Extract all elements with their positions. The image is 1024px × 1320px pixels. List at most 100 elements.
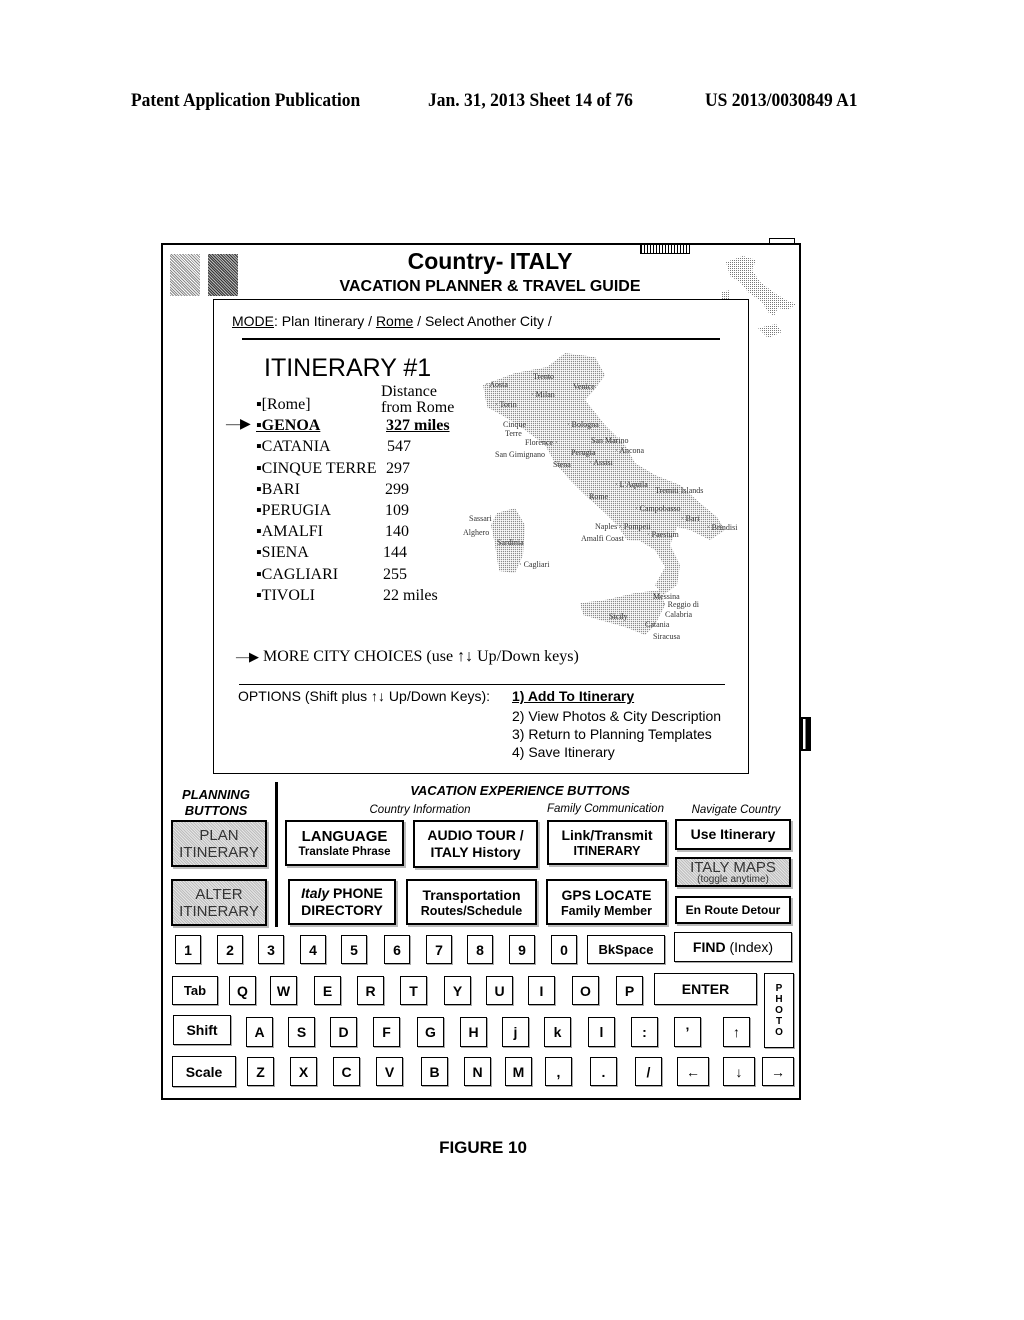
key-U[interactable]: U (486, 976, 513, 1005)
key-G[interactable]: G (417, 1017, 444, 1047)
gps-locate-line2: Family Member (560, 903, 652, 918)
key-X[interactable]: X (290, 1057, 317, 1086)
key-B[interactable]: B (421, 1057, 448, 1086)
city-item-name[interactable]: ▪BARI (256, 481, 300, 499)
key-V[interactable]: V (376, 1057, 403, 1086)
svg-text:· Assisi: · Assisi (589, 458, 614, 467)
city-item-name[interactable]: ▪SIENA (256, 544, 309, 562)
option-view-photos[interactable]: 2) View Photos & City Description (512, 708, 721, 724)
shift-key[interactable]: Shift (173, 1015, 231, 1045)
city-item-name[interactable]: ▪CINQUE TERRE (256, 460, 376, 478)
key-C[interactable]: C (333, 1057, 360, 1086)
svg-text:· Brindisi: · Brindisi (707, 523, 738, 532)
key-I[interactable]: I (528, 976, 555, 1005)
key-colon[interactable]: : (631, 1017, 658, 1047)
key-down-arrow[interactable]: ↓ (723, 1057, 755, 1086)
key-0[interactable]: 0 (551, 935, 577, 964)
key-E[interactable]: E (314, 976, 341, 1005)
key-S[interactable]: S (288, 1017, 315, 1047)
key-O[interactable]: O (572, 976, 599, 1005)
key-period[interactable]: . (590, 1057, 617, 1086)
key-M[interactable]: M (505, 1057, 532, 1086)
key-up-arrow[interactable]: ↑ (723, 1017, 750, 1047)
city-item-distance: 297 (386, 460, 410, 477)
backspace-key[interactable]: BkSpace (587, 935, 665, 964)
link-transmit-line2: ITINERARY (573, 844, 641, 858)
enter-key[interactable]: ENTER (654, 973, 757, 1005)
key-F[interactable]: F (373, 1017, 400, 1047)
key-8[interactable]: 8 (467, 935, 493, 964)
mode-plan-itinerary[interactable]: : Plan Itinerary / (274, 313, 376, 329)
city-item-name[interactable]: ▪TIVOLI (256, 587, 315, 605)
key-slash[interactable]: / (635, 1057, 662, 1086)
photo-key[interactable]: PHOTO (764, 973, 794, 1048)
svg-text:Alghero: Alghero (463, 528, 489, 537)
find-index-button[interactable]: FIND (Index) (674, 932, 792, 962)
link-transmit-itinerary-button[interactable]: Link/Transmit ITINERARY (547, 820, 667, 865)
category-family-communication: Family Communication (547, 803, 664, 815)
mode-breadcrumb: MODE: Plan Itinerary / Rome / Select Ano… (232, 313, 552, 329)
transportation-line1: Transportation (422, 886, 521, 903)
key-Z[interactable]: Z (247, 1057, 274, 1086)
option-return-templates[interactable]: 3) Return to Planning Templates (512, 726, 712, 742)
audio-tour-line2: ITALY History (430, 844, 521, 860)
key-6[interactable]: 6 (384, 935, 410, 964)
key-left-arrow[interactable]: ← (677, 1057, 709, 1086)
plan-itinerary-button[interactable]: PLAN ITINERARY (171, 820, 267, 867)
italy-maps-toggle-button[interactable]: ITALY MAPS (toggle anytime) (675, 857, 791, 887)
key-D[interactable]: D (330, 1017, 357, 1047)
key-2[interactable]: 2 (217, 935, 243, 964)
city-item-name[interactable]: ▪AMALFI (256, 523, 323, 541)
key-P[interactable]: P (616, 976, 643, 1005)
more-city-choices[interactable]: —▶ MORE CITY CHOICES (use ↑↓ Up/Down key… (236, 648, 579, 666)
tab-key[interactable]: Tab (172, 976, 218, 1005)
use-itinerary-button[interactable]: Use Itinerary (675, 819, 791, 850)
svg-text:San Gimignano: San Gimignano (495, 450, 545, 459)
gps-locate-button[interactable]: GPS LOCATE Family Member (546, 879, 667, 925)
mode-select-city[interactable]: / Select Another City / (413, 313, 552, 329)
key-L[interactable]: l (588, 1017, 615, 1047)
key-4[interactable]: 4 (300, 935, 326, 964)
italy-map[interactable]: · Aosta Trento Venice · Milan · Torin Cinque… (455, 345, 750, 640)
key-apostrophe[interactable]: ’ (674, 1017, 701, 1047)
scale-key[interactable]: Scale (172, 1056, 236, 1087)
audio-tour-button[interactable]: AUDIO TOUR / ITALY History (413, 820, 538, 868)
option-add-to-itinerary[interactable]: 1) Add To Itinerary (512, 688, 634, 704)
key-1[interactable]: 1 (175, 935, 201, 964)
key-N[interactable]: N (464, 1057, 491, 1086)
distance-header: Distance from Rome (381, 384, 454, 416)
city-item-name[interactable]: ▪PERUGIA (256, 502, 331, 520)
figure-caption: FIGURE 10 (439, 1138, 527, 1157)
key-Y[interactable]: Y (444, 976, 471, 1005)
key-W[interactable]: W (270, 976, 297, 1005)
key-3[interactable]: 3 (258, 935, 284, 964)
key-A[interactable]: A (246, 1017, 273, 1047)
key-5[interactable]: 5 (341, 935, 367, 964)
language-button[interactable]: LANGUAGE Translate Phrase (285, 820, 404, 866)
device-side-button[interactable] (801, 717, 811, 751)
key-R[interactable]: R (357, 976, 384, 1005)
key-H[interactable]: H (460, 1017, 487, 1047)
svg-text:· Ancona: · Ancona (615, 446, 645, 455)
city-item-name[interactable]: ▪CAGLIARI (256, 566, 338, 584)
key-Q[interactable]: Q (229, 976, 256, 1005)
option-save-itinerary[interactable]: 4) Save Itinerary (512, 744, 615, 760)
key-9[interactable]: 9 (509, 935, 535, 964)
key-7[interactable]: 7 (426, 935, 452, 964)
city-item-name[interactable]: ▪GENOA (256, 417, 320, 435)
gps-locate-line1: GPS LOCATE (561, 886, 652, 903)
alter-itinerary-button[interactable]: ALTER ITINERARY (171, 879, 267, 926)
key-right-arrow[interactable]: → (762, 1057, 794, 1086)
key-J[interactable]: j (502, 1017, 529, 1047)
city-item-distance: 109 (385, 502, 409, 519)
mode-current-city[interactable]: Rome (376, 313, 413, 329)
transportation-button[interactable]: Transportation Routes/Schedule (406, 879, 537, 925)
city-item-name[interactable]: ▪[Rome] (256, 396, 311, 414)
key-comma[interactable]: , (545, 1057, 572, 1086)
key-T[interactable]: T (400, 976, 427, 1005)
city-item-name[interactable]: ▪CATANIA (256, 438, 331, 456)
phone-directory-button[interactable]: Italy PHONE DIRECTORY (288, 879, 396, 925)
key-K[interactable]: k (544, 1017, 571, 1047)
en-route-detour-button[interactable]: En Route Detour (675, 896, 791, 924)
svg-text:· Torin: · Torin (495, 400, 517, 409)
